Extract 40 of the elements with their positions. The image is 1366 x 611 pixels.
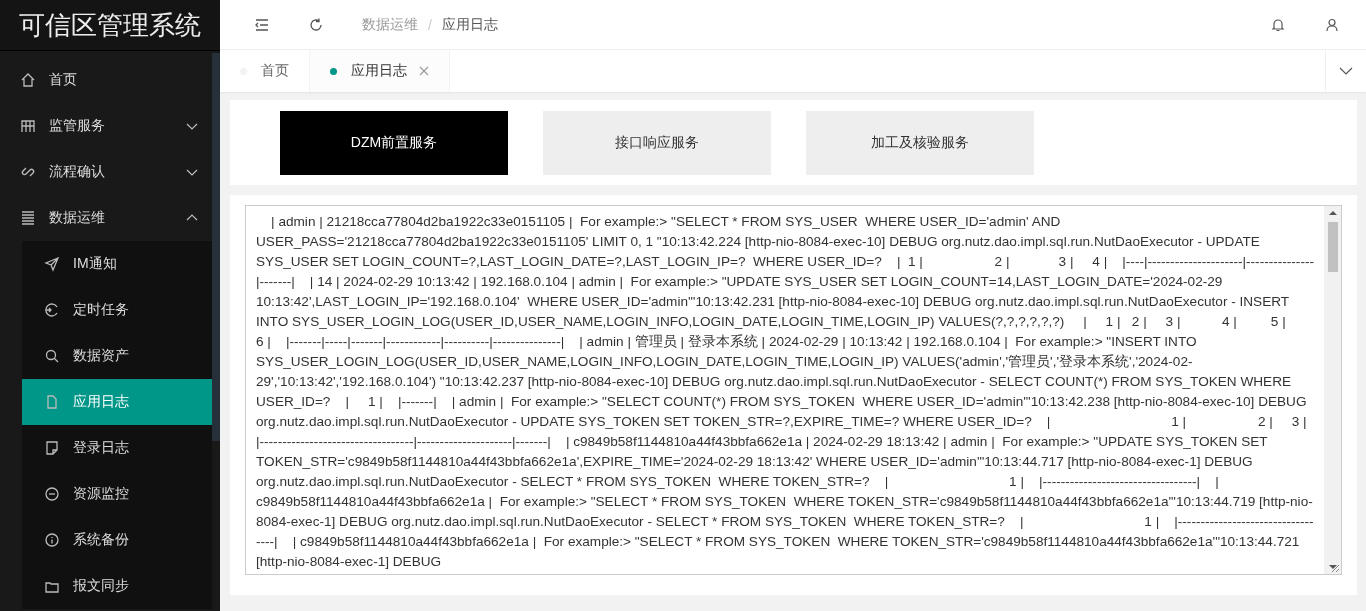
service-button[interactable]: 接口响应服务 bbox=[543, 110, 771, 175]
info-icon bbox=[44, 532, 60, 548]
menu-item[interactable]: IM通知 bbox=[22, 241, 212, 287]
close-icon[interactable] bbox=[419, 66, 429, 76]
home-icon bbox=[20, 72, 36, 88]
breadcrumb-separator: / bbox=[428, 16, 432, 33]
minus-circle-icon bbox=[44, 486, 60, 502]
menu-item[interactable]: 数据运维 bbox=[0, 195, 212, 241]
breadcrumb-link[interactable]: 应用日志 bbox=[441, 15, 498, 34]
grid-icon bbox=[20, 118, 36, 134]
search-icon bbox=[44, 348, 60, 364]
page-tab[interactable]: 应用日志 bbox=[310, 50, 450, 92]
scroll-thumb[interactable] bbox=[1327, 222, 1338, 272]
app-title: 可信区管理系统 bbox=[0, 0, 220, 51]
bell-icon[interactable] bbox=[1270, 16, 1286, 33]
service-button[interactable]: DZM前置服务 bbox=[280, 110, 508, 175]
menu-item[interactable]: 登录日志 bbox=[22, 425, 212, 471]
resize-handle[interactable] bbox=[1330, 563, 1340, 573]
note-icon bbox=[44, 440, 60, 456]
menu-item[interactable]: 流程确认 bbox=[0, 149, 212, 195]
log-text-area[interactable]: | admin | 21218cca77804d2ba1922c33e0151105 | For example:> "SELECT * FROM SYS_USER WHERE USER_ID='admin' AND USER_PASS='21218cca77804d2ba1922c33e0151105' LIMIT 0, 1 "10:13:42.224 [http-nio-8084-exec-10] DEBUG org.nutz.dao.impl.sql.run.NutDaoExecutor - UPDATE SYS_USER SET LOGIN_COUNT=?,LAST_LOGIN_DATE=?,LAST_LOGIN_IP=? WHERE USER_ID=? | 1 | 2 | 3 | 4 | |----|---------------------|---------------|-------| | 14 | 2024-02-29 10:13:42 | 192.168.0.104 | admin | For example:> "UPDATE SYS_USER SET LOGIN_COUNT=14,LAST_LOGIN_DATE='2024-02-29 10:13:42',LAST_LOGIN_IP='192.168.0.104' WHERE USER_ID='admin'"10:13:42.231 [http-nio-8084-exec-10] DEBUG org.nutz.dao.impl.sql.run.NutDaoExecutor - INSERT INTO SYS_USER_LOGIN_LOG(USER_ID,USER_NAME,LOGIN_INFO,LOGIN_DATE,LOGIN_TIME,LOGIN_IP) VALUES(?,?,?,?,?,?) | 1 | 2 | 3 | 4 | 5 | 6 | |-------|-----|-------|------------|----------|---------------| | admin | 管理员 | 登录本系统 | 2024-02-29 | 10:13:42 | 192.168.0.104 | For example:> "INSERT INTO SYS_USER_LOGIN_LOG(USER_ID,USER_NAME,LOGIN_INFO,LOGIN_DATE,LOGIN_TIME,LOGIN_IP) VALUES('admin','管理员','登录本系统','2024-02-29','10:13:42','192.168.0.104') "10:13:42.237 [http-nio-8084-exec-10] DEBUG org.nutz.dao.impl.sql.run.NutDaoExecutor - SELECT COUNT(*) FROM SYS_TOKEN WHERE USER_ID=? | 1 | |-------| | admin | For example:> "SELECT COUNT(*) FROM SYS_TOKEN WHERE USER_ID='admin'"10:13:42.238 [http-nio-8084-exec-10] DEBUG org.nutz.dao.impl.sql.run.NutDaoExecutor - UPDATE SYS_TOKEN SET TOKEN_STR=?,EXPIRE_TIME=? WHERE USER_ID=? | 1 | 2 | 3 | |----------------------------------|---------------------|-------| | c9849b58f1144810a44f43bbfa662e1a | 2024-02-29 18:13:42 | admin | For example:> "UPDATE SYS_TOKEN SET TOKEN_STR='c9849b58f1144810a44f43bbfa662e1a',EXPIRE_TIME='2024-02-29 18:13:42' WHERE USER_ID='admin'"10:13:44.717 [http-nio-8084-exec-1] DEBUG org.nutz.dao.impl.sql.run.NutDaoExecutor - SELECT * FROM SYS_TOKEN WHERE TOKEN_STR=? | 1 | |----------------------------------| | c9849b58f1144810a44f43bbfa662e1a | For example:> "SELECT * FROM SYS_TOKEN WHERE TOKEN_STR='c9849b58f1144810a44f43bbfa662e1a'"10:13:44.719 [http-nio-8084-exec-1] DEBUG org.nutz.dao.impl.sql.run.NutDaoExecutor - SELECT * FROM SYS_TOKEN WHERE TOKEN_STR=? | 1 | |----------------------------------| | c9849b58f1144810a44f43bbfa662e1a | For example:> "SELECT * FROM SYS_TOKEN WHERE TOKEN_STR='c9849b58f1144810a44f43bbfa662e1a'"10:13:44.721 [http-nio-8084-exec-1] DEBUG bbox=[245, 205, 1342, 575]
timer-icon bbox=[44, 302, 60, 318]
menu-item[interactable]: 系统备份 bbox=[22, 517, 212, 563]
menu-item[interactable]: 监管服务 bbox=[0, 103, 212, 149]
list-icon bbox=[20, 210, 36, 226]
user-icon[interactable] bbox=[1324, 16, 1340, 33]
menu-item[interactable]: 首页 bbox=[0, 57, 212, 103]
menu-item[interactable]: 应用日志 bbox=[22, 379, 212, 425]
menu-item[interactable]: 报文同步 bbox=[22, 563, 212, 609]
menu-item[interactable]: 资源监控 bbox=[22, 471, 212, 517]
send-icon bbox=[44, 256, 60, 272]
status-dot-icon bbox=[330, 67, 337, 75]
refresh-icon[interactable] bbox=[308, 16, 324, 33]
scrollbar[interactable] bbox=[1324, 206, 1341, 574]
service-button[interactable]: 加工及核验服务 bbox=[806, 110, 1034, 175]
menu-icon[interactable] bbox=[254, 16, 270, 33]
menu-item[interactable]: 定时任务 bbox=[22, 287, 212, 333]
document-icon bbox=[44, 394, 60, 410]
menu-item[interactable]: 数据资产 bbox=[22, 333, 212, 379]
scrollbar[interactable] bbox=[212, 53, 220, 441]
